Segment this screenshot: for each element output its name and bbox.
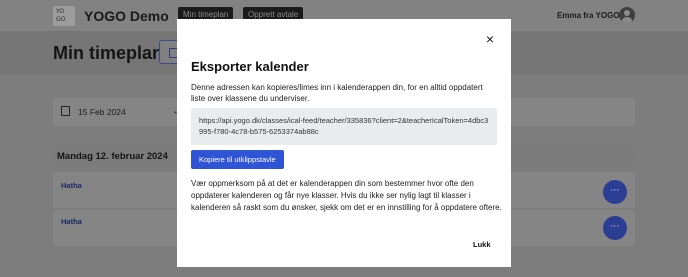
- modal-title: Eksporter kalender: [191, 59, 309, 74]
- calendar-icon: [61, 106, 70, 116]
- more-options-icon[interactable]: ···: [603, 180, 627, 204]
- day-header: Mandag 12. februar 2024: [57, 151, 168, 162]
- user-name[interactable]: Emma fra YOGO: [557, 11, 620, 20]
- date-value: 15 Feb 2024: [78, 107, 126, 117]
- list-item[interactable]: [53, 210, 177, 246]
- modal-description: Denne adressen kan kopieres/limes inn i …: [191, 83, 483, 103]
- class-name[interactable]: Hatha: [61, 181, 82, 190]
- day-header-bar-right: [511, 146, 635, 166]
- close-button[interactable]: Lukk: [473, 240, 491, 249]
- calendar-export-button[interactable]: [159, 40, 179, 64]
- more-options-icon[interactable]: ···: [603, 216, 627, 240]
- list-item[interactable]: [53, 172, 177, 208]
- avatar-icon[interactable]: [619, 7, 635, 23]
- date-bar-right: [511, 98, 635, 126]
- export-calendar-modal: × Eksporter kalender Denne adressen kan …: [177, 19, 511, 267]
- brand-title: YOGO Demo: [84, 8, 169, 24]
- close-icon[interactable]: ×: [483, 32, 497, 46]
- modal-note: Vær oppmerksom på at det er kalenderappe…: [191, 179, 502, 212]
- calendar-feed-url[interactable]: https://api.yogo.dk/classes/ical-feed/te…: [191, 108, 497, 145]
- copy-to-clipboard-button[interactable]: Kopiere til utklippstavle: [191, 150, 284, 169]
- class-name[interactable]: Hatha: [61, 217, 82, 226]
- yogo-logo: YO GO: [53, 6, 75, 26]
- page-title: Min timeplan: [53, 43, 164, 63]
